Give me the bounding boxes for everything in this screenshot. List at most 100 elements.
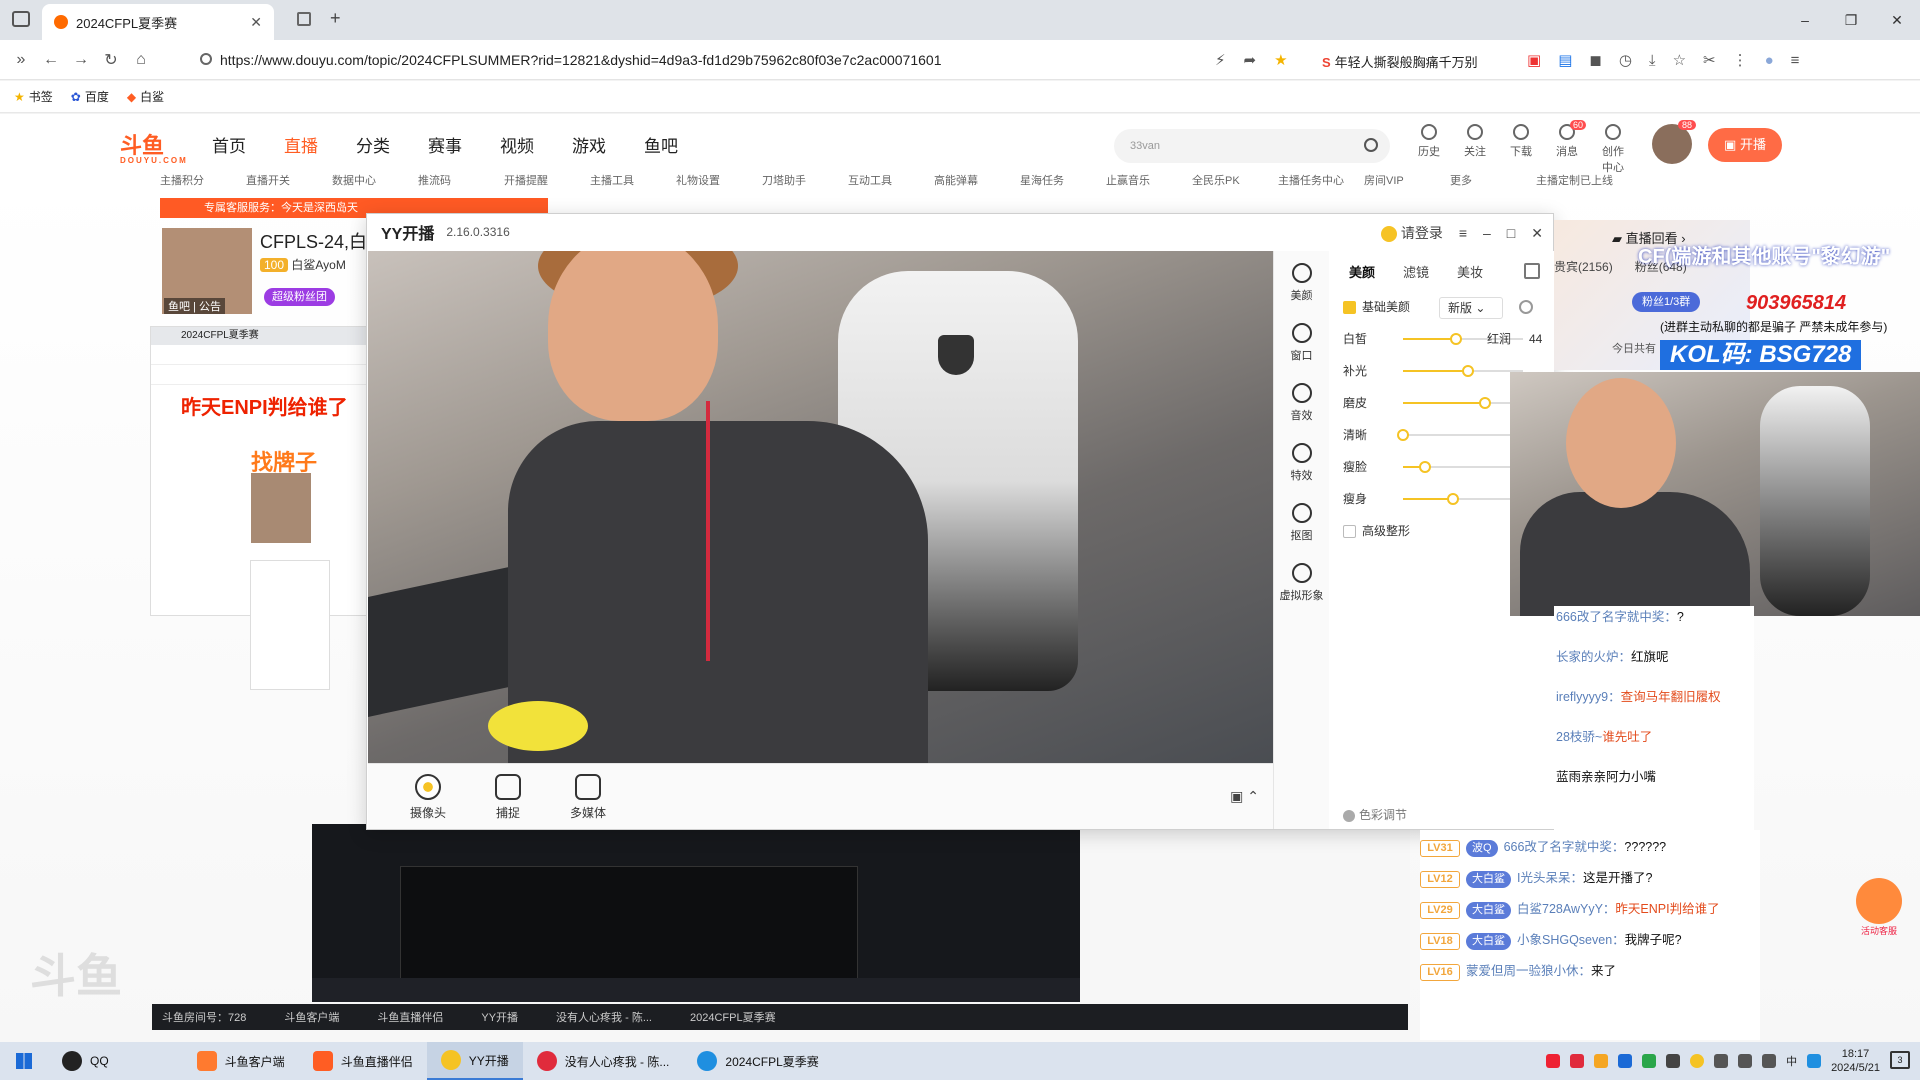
- bookmark-item[interactable]: ✿ 百度: [71, 88, 109, 105]
- favorite-star-icon[interactable]: ★: [1274, 51, 1287, 69]
- subnav-item[interactable]: 开播提醒: [504, 172, 590, 192]
- taskbar-item-browser[interactable]: 2024CFPL夏季赛: [683, 1042, 832, 1080]
- basic-beauty-checkbox[interactable]: [1343, 301, 1356, 315]
- subnav-item[interactable]: 星海任务: [1020, 172, 1106, 192]
- bookmark-star-icon[interactable]: ☆: [1673, 51, 1686, 69]
- advanced-shape-checkbox[interactable]: [1343, 525, 1356, 539]
- beauty-slider[interactable]: [1397, 429, 1523, 441]
- main-menu-icon[interactable]: ≡: [1791, 52, 1800, 69]
- tab-group-icon[interactable]: [297, 12, 311, 26]
- screenshot-icon[interactable]: ✂: [1703, 51, 1716, 69]
- back-icon[interactable]: ←: [36, 51, 66, 69]
- taskbar-item-qq[interactable]: QQ: [48, 1042, 123, 1080]
- nav-home[interactable]: 首页: [212, 132, 246, 157]
- chat-user[interactable]: 蒙爱但周一验狼小休：: [1466, 964, 1591, 978]
- creator-center-button[interactable]: 创作中心: [1598, 124, 1628, 175]
- beauty-slider[interactable]: [1403, 397, 1523, 409]
- follow-button[interactable]: 关注: [1460, 124, 1490, 175]
- slider-knob[interactable]: [1449, 333, 1462, 345]
- ime-indicator[interactable]: 中: [1786, 1053, 1797, 1069]
- fan-club-button[interactable]: 超级粉丝团: [264, 288, 335, 306]
- bookmark-item[interactable]: ★ 书签: [14, 88, 53, 105]
- media-source-button[interactable]: 多媒体: [558, 774, 618, 821]
- tab-filter[interactable]: 滤镜: [1403, 262, 1429, 281]
- tray-app-icon[interactable]: [1546, 1054, 1561, 1068]
- translate-icon[interactable]: ▤: [1558, 51, 1572, 69]
- yy-menu-icon[interactable]: ≡: [1459, 225, 1467, 241]
- tray-music-icon[interactable]: [1570, 1054, 1585, 1068]
- reset-icon[interactable]: [1519, 300, 1533, 314]
- flash-icon[interactable]: ⚡: [1215, 51, 1226, 69]
- download-button[interactable]: 下载: [1506, 124, 1536, 175]
- subnav-item[interactable]: 主播定制已上线: [1536, 172, 1622, 192]
- clock[interactable]: 18:17 2024/5/21: [1831, 1047, 1880, 1075]
- beauty-slider[interactable]: [1403, 461, 1523, 473]
- color-adjust[interactable]: 色彩调节: [1343, 806, 1407, 823]
- tray-app-icon[interactable]: [1642, 1054, 1657, 1068]
- history-icon[interactable]: ◷: [1619, 51, 1632, 69]
- slider-knob[interactable]: [1397, 429, 1409, 441]
- chat-user[interactable]: 666改了名字就中奖：: [1556, 610, 1677, 624]
- yy-minimize-icon[interactable]: –: [1483, 225, 1491, 241]
- profile-icon[interactable]: ●: [1765, 52, 1774, 69]
- restore-icon[interactable]: ❐: [1828, 0, 1874, 40]
- home-icon[interactable]: ⌂: [126, 51, 156, 69]
- panel-layout-icon[interactable]: [1524, 263, 1540, 279]
- nav-games[interactable]: 游戏: [572, 132, 606, 157]
- camera-mini-preview[interactable]: [1510, 372, 1920, 616]
- chat-user[interactable]: 长家的火炉：: [1556, 650, 1631, 664]
- subnav-item[interactable]: 互动工具: [848, 172, 934, 192]
- tab-beauty[interactable]: 美颜: [1349, 262, 1375, 281]
- side-audio[interactable]: 音效: [1274, 371, 1329, 431]
- nav-video[interactable]: 视频: [500, 132, 534, 157]
- douyu-logo[interactable]: 斗鱼 DOUYU.COM: [120, 128, 198, 165]
- extension-icon[interactable]: ◼: [1589, 51, 1601, 69]
- bluetooth-icon[interactable]: [1618, 1054, 1633, 1068]
- url-field[interactable]: https://www.douyu.com/topic/2024CFPLSUMM…: [196, 46, 1516, 74]
- pdf-icon[interactable]: ▣: [1527, 51, 1541, 69]
- messages-button[interactable]: 消息 60: [1552, 120, 1587, 175]
- search-icon[interactable]: [1364, 138, 1378, 152]
- microphone-icon[interactable]: [1714, 1054, 1729, 1068]
- camera-preview[interactable]: [368, 251, 1273, 763]
- side-effects[interactable]: 特效: [1274, 431, 1329, 491]
- camera-toggle-icon[interactable]: ▣ ⌃: [1230, 788, 1259, 805]
- chat-user[interactable]: ireflyyyy9：: [1556, 690, 1621, 704]
- beauty-slider[interactable]: [1403, 493, 1523, 505]
- start-live-button[interactable]: ▣ 开播: [1708, 128, 1782, 162]
- nav-events[interactable]: 赛事: [428, 132, 462, 157]
- subnav-item[interactable]: 直播开关: [246, 172, 332, 192]
- subnav-item[interactable]: 主播任务中心: [1278, 172, 1364, 192]
- tab-makeup[interactable]: 美妆: [1457, 262, 1483, 281]
- subnav-item[interactable]: 主播工具: [590, 172, 676, 192]
- tray-yy-icon[interactable]: [1690, 1054, 1705, 1068]
- yy-maximize-icon[interactable]: □: [1507, 225, 1515, 241]
- close-window-icon[interactable]: ✕: [1874, 0, 1920, 40]
- yy-login[interactable]: 请登录: [1380, 223, 1443, 243]
- camera-source-button[interactable]: 摄像头: [398, 774, 458, 821]
- side-window[interactable]: 窗口: [1274, 311, 1329, 371]
- subnav-item[interactable]: 主播积分: [160, 172, 246, 192]
- side-matting[interactable]: 抠图: [1274, 491, 1329, 551]
- taskbar-item-douyu[interactable]: 斗鱼客户端: [183, 1042, 299, 1080]
- taskbar-item-music[interactable]: 没有人心疼我 - 陈...: [523, 1042, 684, 1080]
- menu-dots-icon[interactable]: ⋮: [1733, 51, 1748, 69]
- nav-category[interactable]: 分类: [356, 132, 390, 157]
- subnav-item[interactable]: 数据中心: [332, 172, 418, 192]
- subnav-item[interactable]: 高能弹幕: [934, 172, 1020, 192]
- subnav-item[interactable]: 房间VIP: [1364, 172, 1450, 192]
- slider-knob[interactable]: [1418, 461, 1431, 473]
- beauty-version-select[interactable]: 新版 ⌄: [1439, 297, 1503, 319]
- user-avatar[interactable]: 88: [1652, 120, 1696, 164]
- chat-user[interactable]: I光头呆呆：: [1517, 871, 1583, 885]
- side-beauty[interactable]: 美颜: [1274, 251, 1329, 311]
- subnav-item[interactable]: 更多: [1450, 172, 1536, 192]
- slider-knob[interactable]: [1461, 365, 1474, 377]
- site-search-input[interactable]: 33van: [1114, 129, 1390, 163]
- minimize-icon[interactable]: –: [1782, 0, 1828, 40]
- chat-user[interactable]: 白鲨728AwYyY：: [1517, 902, 1615, 916]
- slider-knob[interactable]: [1478, 397, 1491, 409]
- chat-user[interactable]: 28枝骄~: [1556, 730, 1602, 744]
- tray-app-icon[interactable]: [1594, 1054, 1609, 1068]
- side-avatar[interactable]: 虚拟形象: [1274, 551, 1329, 611]
